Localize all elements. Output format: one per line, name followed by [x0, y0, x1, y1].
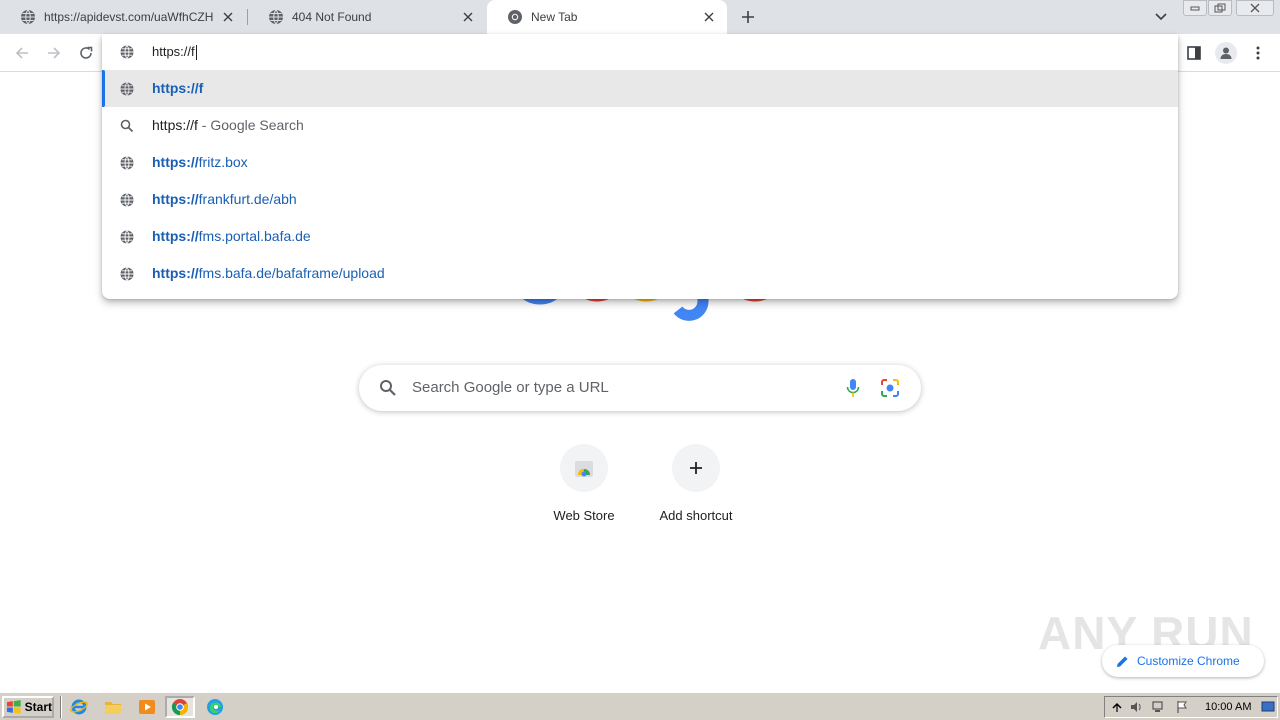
tab-search-button[interactable]: [1150, 6, 1172, 28]
globe-icon: [120, 267, 134, 281]
plus-icon: [690, 462, 702, 474]
search-placeholder: Search Google or type a URL: [412, 379, 609, 396]
chrome-icon: [171, 699, 189, 716]
person-icon: [1220, 47, 1232, 59]
shortcut-web-store[interactable]: Web Store: [528, 444, 640, 534]
shortcut-add[interactable]: Add shortcut: [640, 444, 752, 534]
globe-icon: [120, 230, 134, 244]
minimize-icon: [1190, 6, 1200, 11]
start-label: Start: [24, 700, 52, 714]
system-tray: 10:00 AM: [1104, 696, 1278, 718]
shortcut-label: Add shortcut: [659, 508, 733, 523]
suggestion-row[interactable]: https://f - Google Search: [102, 107, 1178, 144]
reload-icon: [80, 46, 93, 59]
suggestion-url: https://frankfurt.de/abh: [152, 191, 297, 207]
internet-explorer-icon[interactable]: [70, 698, 88, 716]
media-player-icon[interactable]: [138, 698, 156, 716]
globe-icon: [120, 156, 134, 170]
tab-strip: https://apidevst.com/uaWfhCZHOIP 404 Not…: [0, 0, 1280, 34]
avatar: [1215, 42, 1237, 64]
chevron-down-icon: [1155, 13, 1167, 21]
ntp-search-box[interactable]: Search Google or type a URL: [359, 365, 921, 411]
start-button[interactable]: Start: [2, 696, 54, 718]
side-panel-icon: [1187, 46, 1201, 60]
microphone-icon[interactable]: [845, 378, 861, 398]
chrome-icon: [508, 10, 522, 24]
customize-label: Customize Chrome: [1137, 654, 1240, 668]
search-icon: [120, 119, 134, 133]
close-icon[interactable]: [701, 9, 717, 25]
close-window-button[interactable]: [1236, 0, 1274, 16]
taskbar-divider: [60, 696, 62, 718]
suggestion-url: https://fms.portal.bafa.de: [152, 228, 311, 244]
edge-icon[interactable]: [206, 698, 224, 716]
tab-new-tab[interactable]: New Tab: [487, 0, 727, 34]
globe-icon: [120, 193, 134, 207]
tab-title: https://apidevst.com/uaWfhCZHOIP: [44, 10, 214, 24]
tab-title: 404 Not Found: [292, 10, 372, 24]
arrow-right-icon: [48, 47, 61, 59]
arrow-left-icon: [15, 47, 28, 59]
close-icon[interactable]: [460, 9, 476, 25]
folder-icon[interactable]: [104, 698, 122, 716]
network-icon[interactable]: [1151, 700, 1165, 714]
minimize-button[interactable]: [1183, 0, 1207, 16]
restore-button[interactable]: [1208, 0, 1232, 16]
suggestion-row[interactable]: https://fms.bafa.de/bafaframe/upload: [102, 255, 1178, 292]
volume-icon[interactable]: [1129, 700, 1143, 714]
shortcut-tile: [672, 444, 720, 492]
more-vert-icon: [1256, 46, 1260, 60]
windows-logo-icon: [6, 700, 21, 714]
restore-icon: [1214, 3, 1226, 13]
globe-icon: [269, 9, 283, 25]
globe-icon: [21, 9, 35, 25]
tab-apidevst[interactable]: https://apidevst.com/uaWfhCZHOIP: [0, 0, 246, 34]
globe-icon: [120, 82, 134, 96]
show-desktop-icon[interactable]: [1261, 700, 1275, 714]
taskbar-clock[interactable]: 10:00 AM: [1205, 701, 1251, 713]
omnibox-input[interactable]: https://f: [102, 34, 1178, 70]
suggestion-row[interactable]: https://frankfurt.de/abh: [102, 181, 1178, 218]
suggestion-row[interactable]: https://fritz.box: [102, 144, 1178, 181]
back-button[interactable]: [10, 41, 34, 65]
suggestion-row[interactable]: https://f: [102, 70, 1178, 107]
close-icon[interactable]: [220, 9, 236, 25]
text-caret: [195, 45, 197, 61]
omnibox-dropdown: https://f https://f https://f - Google S…: [102, 34, 1178, 299]
tab-404-not-found[interactable]: 404 Not Found: [248, 0, 486, 34]
taskbar: Start 10:00 AM: [0, 692, 1280, 720]
suggestion-url: https://fms.bafa.de/bafaframe/upload: [152, 265, 385, 281]
pencil-icon: [1117, 656, 1128, 667]
shortcut-tile: [560, 444, 608, 492]
web-store-icon: [575, 461, 593, 477]
close-icon: [1250, 3, 1260, 13]
flag-icon[interactable]: [1175, 700, 1189, 714]
plus-icon: [742, 11, 754, 23]
suggestion-url: https://fritz.box: [152, 154, 248, 170]
forward-button[interactable]: [42, 41, 66, 65]
profile-button[interactable]: [1214, 41, 1238, 65]
customize-chrome-button[interactable]: Customize Chrome: [1102, 645, 1264, 677]
suggestion-row[interactable]: https://fms.portal.bafa.de: [102, 218, 1178, 255]
suggestion-url: https://f: [152, 80, 204, 96]
chrome-taskbar-button[interactable]: [165, 696, 195, 718]
tab-title: New Tab: [531, 10, 578, 24]
globe-icon: [120, 45, 134, 59]
suggestion-search: https://f - Google Search: [152, 117, 304, 133]
search-icon: [380, 380, 396, 396]
menu-button[interactable]: [1246, 41, 1270, 65]
reload-button[interactable]: [74, 41, 98, 65]
omnibox-text: https://f: [152, 44, 197, 61]
chevron-up-icon[interactable]: [1110, 700, 1124, 714]
shortcut-label: Web Store: [553, 508, 615, 523]
side-panel-button[interactable]: [1182, 41, 1206, 65]
camera-lens-icon[interactable]: [880, 378, 900, 398]
new-tab-button[interactable]: [736, 5, 760, 29]
